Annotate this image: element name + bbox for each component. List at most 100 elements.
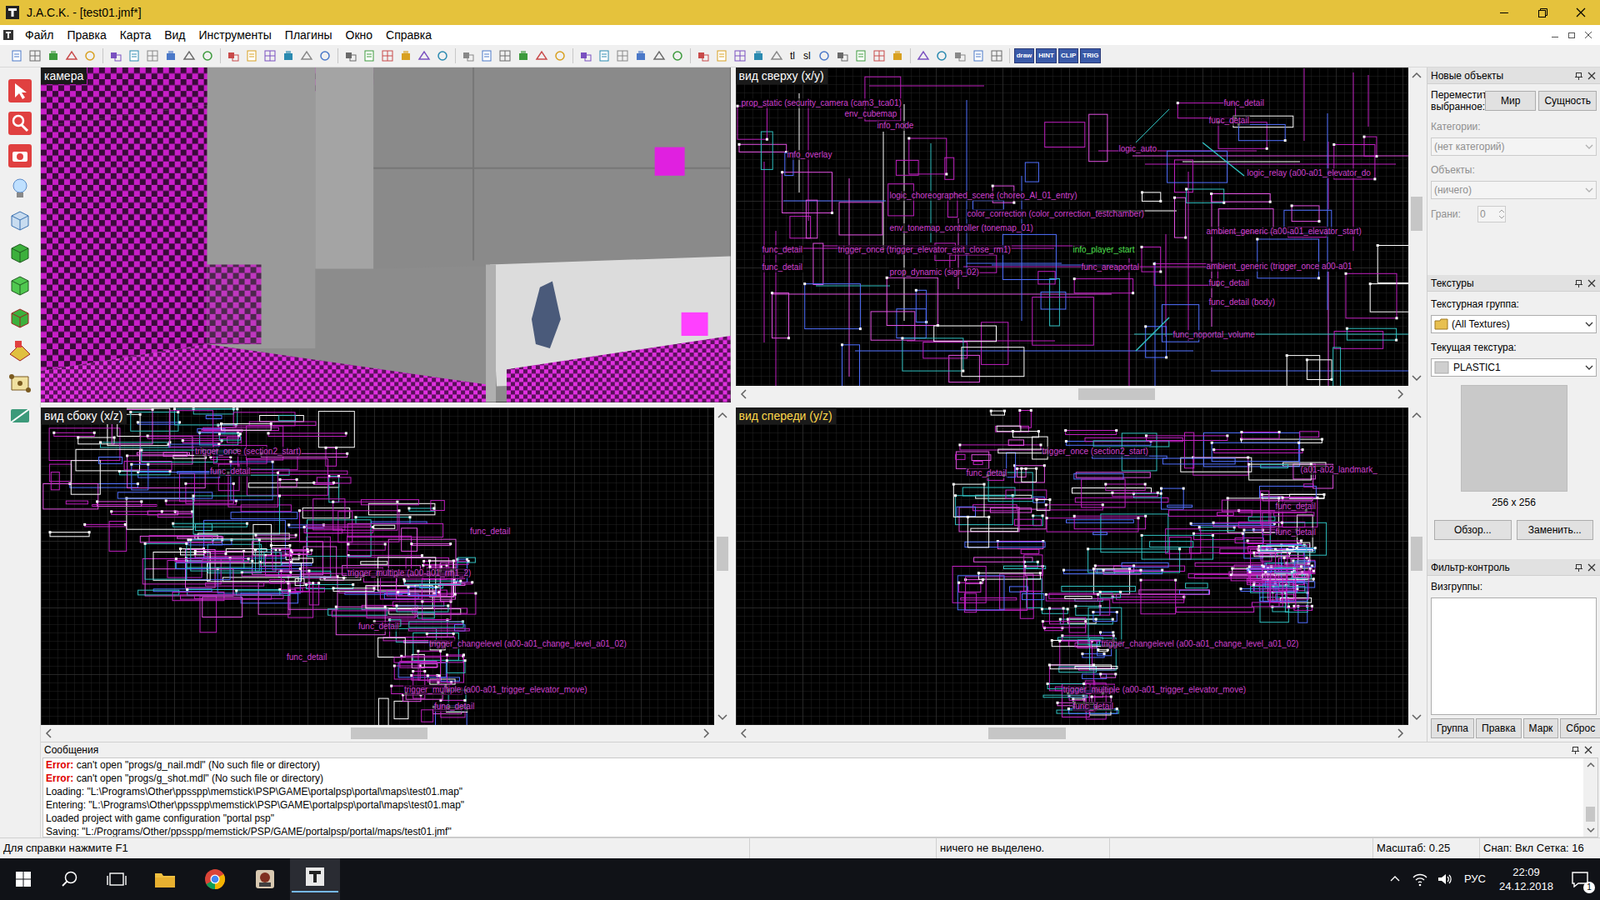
entity-label[interactable]: info_overlay [786, 150, 834, 160]
entity-label[interactable]: ambient_generic (trigger_once a00-a01 [1205, 261, 1354, 272]
mode-button[interactable]: HINT [1035, 48, 1057, 64]
scroll-thumb[interactable] [988, 727, 1065, 740]
entity-label[interactable]: env_cubemap [844, 109, 899, 120]
entity-label[interactable]: func_detail [1275, 527, 1317, 538]
move-button[interactable]: Сущность [1538, 90, 1597, 111]
tool-icon[interactable] [750, 46, 767, 65]
block-cube-icon[interactable] [5, 270, 35, 301]
entity-label[interactable]: func_detail [1208, 115, 1250, 126]
tool-icon[interactable] [162, 46, 180, 65]
tool-icon[interactable] [870, 46, 888, 65]
entity-label[interactable]: logic_relay (a00-a01_elevator_do [1246, 168, 1372, 179]
entity-label[interactable]: trigger_changelevel (a00-a01_change_leve… [1100, 639, 1300, 650]
close-panel-icon[interactable] [1586, 278, 1597, 289]
light-bulb-icon[interactable] [5, 173, 35, 204]
tool-icon[interactable] [713, 46, 730, 65]
scroll-track[interactable] [752, 385, 1393, 403]
tool-icon[interactable] [199, 46, 216, 65]
scroll-right-icon[interactable] [1391, 385, 1409, 403]
vertical-scrollbar[interactable] [1408, 407, 1425, 743]
entity-label[interactable]: env_tonemap_controller (tonemap_01) [889, 223, 1035, 234]
tool-icon[interactable] [342, 46, 360, 65]
menu-item[interactable]: Файл [18, 26, 60, 44]
close-icon[interactable] [1561, 0, 1600, 25]
network-icon[interactable] [1407, 858, 1433, 900]
scroll-left-icon[interactable] [40, 725, 58, 742]
pin-icon[interactable] [1574, 70, 1585, 81]
child-restore-icon[interactable] [1563, 26, 1580, 44]
jack-taskbar-button[interactable] [290, 858, 340, 900]
tool-icon[interactable] [379, 46, 396, 65]
scroll-track[interactable] [1583, 771, 1598, 824]
vertex-icon[interactable] [5, 368, 35, 399]
scroll-thumb[interactable] [1585, 806, 1595, 822]
entity-label[interactable]: func_detail [357, 621, 400, 632]
entity-label[interactable]: prop_dynamic (sign_02) [889, 267, 980, 278]
entity-label[interactable]: func_noportal_volume [1172, 330, 1256, 340]
visgroups-list[interactable] [1430, 597, 1597, 715]
tool-icon[interactable] [669, 46, 686, 65]
viewport[interactable]: камера [40, 67, 731, 403]
entity-label[interactable]: func_detail [433, 701, 475, 712]
scroll-thumb[interactable] [1410, 536, 1423, 571]
entity-label[interactable]: func_detail [761, 245, 804, 255]
viewport-canvas[interactable]: trigger_once (section2_start)func_detail… [40, 407, 715, 726]
tool-icon[interactable] [107, 46, 125, 65]
tool-icon[interactable] [225, 46, 242, 65]
tool-icon[interactable] [595, 46, 613, 65]
menu-item[interactable]: Карта [113, 26, 158, 44]
entity-label[interactable]: func_detail [1208, 278, 1250, 289]
mode-button[interactable]: draw [1014, 48, 1035, 64]
tool-icon[interactable] [933, 46, 950, 65]
entity-label[interactable]: trigger_multiple (a00-a01_trigger_elevat… [403, 685, 589, 695]
minimize-icon[interactable] [1485, 0, 1524, 25]
close-panel-icon[interactable] [1586, 70, 1597, 81]
tool-icon[interactable] [81, 46, 99, 65]
scroll-thumb[interactable] [1410, 196, 1423, 231]
entity-label[interactable]: func_detail [965, 468, 1008, 479]
toolbar-text-button[interactable]: sl [800, 46, 815, 65]
viewport[interactable]: prop_static (security_camera (cam3_tca01… [735, 67, 1426, 403]
tool-icon[interactable] [915, 46, 932, 65]
tool-icon[interactable] [852, 46, 870, 65]
toolbar-text-button[interactable]: tl [786, 46, 799, 65]
horizontal-scrollbar[interactable] [735, 725, 1410, 742]
scroll-down-icon[interactable] [1583, 823, 1598, 837]
tool-icon[interactable] [515, 46, 532, 65]
tool-icon[interactable] [496, 46, 514, 65]
camera-icon[interactable] [5, 140, 35, 171]
paint-icon[interactable] [5, 335, 35, 366]
tool-icon[interactable] [533, 46, 550, 65]
pin-icon[interactable] [1574, 562, 1585, 573]
tool-icon[interactable] [577, 46, 595, 65]
scroll-track[interactable] [1408, 84, 1425, 370]
scroll-up-icon[interactable] [1408, 407, 1425, 425]
menu-item[interactable]: Вид [157, 26, 192, 44]
pin-icon[interactable] [1570, 745, 1581, 755]
entity-label[interactable]: logic_auto [1118, 144, 1159, 155]
close-panel-icon[interactable] [1586, 562, 1597, 573]
close-panel-icon[interactable] [1583, 745, 1594, 755]
scroll-up-icon[interactable] [1583, 758, 1598, 772]
entity-label[interactable]: logic_choreographed_scene (choreo_AI_01_… [889, 190, 1079, 201]
chrome-icon[interactable] [190, 858, 240, 900]
entity-label[interactable]: info_node [876, 120, 915, 131]
filter-button[interactable]: Сброс [1560, 718, 1600, 739]
file-explorer-icon[interactable] [140, 858, 190, 900]
entity-label[interactable]: trigger_once (trigger_elevator_exit_clos… [837, 245, 1012, 255]
tool-icon[interactable] [8, 46, 25, 65]
block-cube-icon[interactable] [5, 238, 35, 269]
viewport-canvas[interactable]: trigger_once (section2_start)(a01-a02_la… [735, 407, 1410, 726]
tool-icon[interactable] [125, 46, 143, 65]
tool-icon[interactable] [632, 46, 650, 65]
tool-icon[interactable] [695, 46, 712, 65]
restore-icon[interactable] [1523, 0, 1562, 25]
tool-icon[interactable] [298, 46, 315, 65]
tool-icon[interactable] [815, 46, 833, 65]
tool-icon[interactable] [614, 46, 631, 65]
menu-item[interactable]: Плагины [278, 26, 340, 44]
scroll-right-icon[interactable] [697, 725, 715, 742]
tool-icon[interactable] [316, 46, 334, 65]
vertical-scrollbar[interactable] [1583, 758, 1598, 837]
scroll-left-icon[interactable] [735, 725, 753, 742]
